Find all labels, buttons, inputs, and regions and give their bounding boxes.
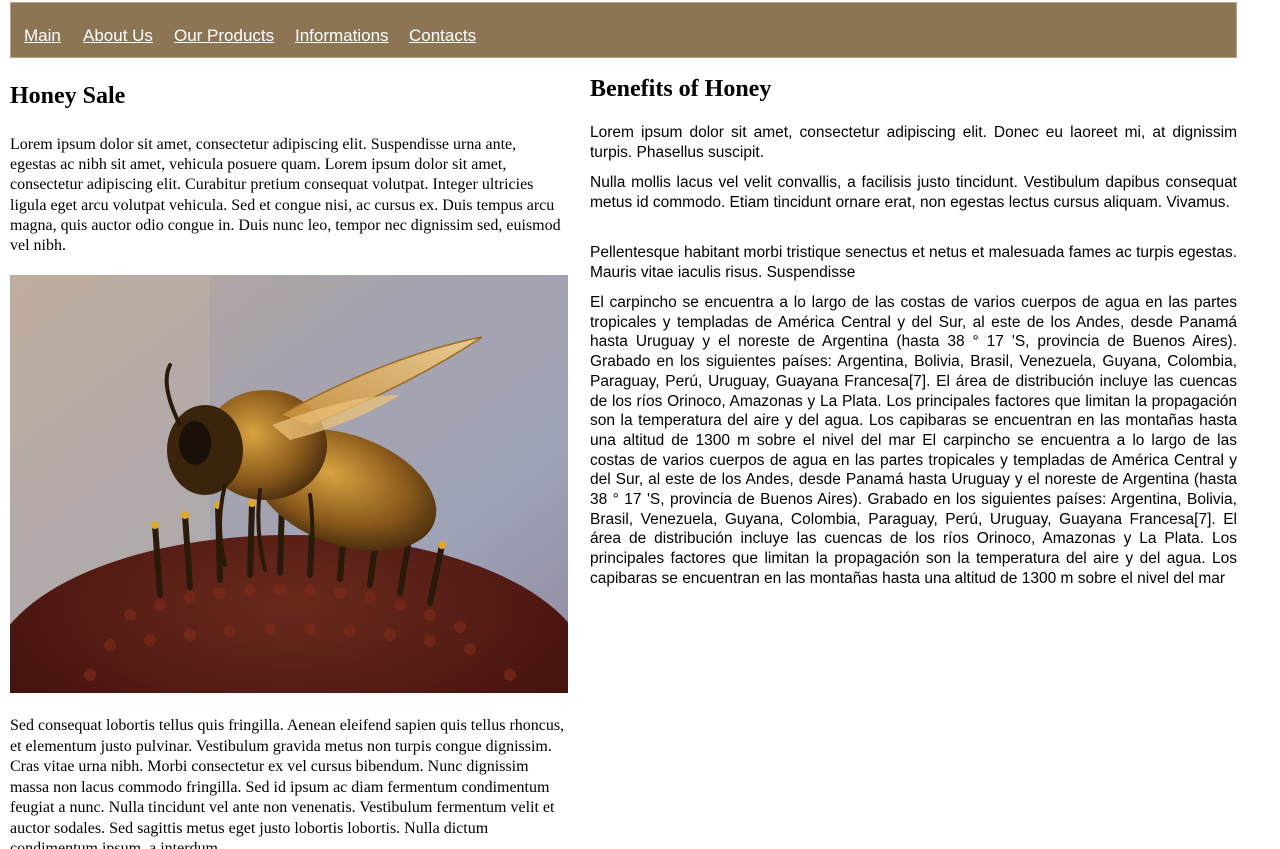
honey-sale-heading: Honey Sale bbox=[10, 83, 126, 109]
main-navigation: Main About Us Our Products Informations … bbox=[10, 2, 1237, 58]
nav-link-about-us[interactable]: About Us bbox=[83, 26, 153, 46]
nav-link-main[interactable]: Main bbox=[24, 26, 61, 46]
honey-sale-outro-text: Sed consequat lobortis tellus quis fring… bbox=[10, 717, 565, 849]
nav-link-our-products[interactable]: Our Products bbox=[174, 26, 274, 46]
benefits-heading: Benefits of Honey bbox=[590, 76, 772, 102]
benefits-paragraph: Lorem ipsum dolor sit amet, consectetur … bbox=[590, 124, 1237, 161]
honey-sale-intro-text: Lorem ipsum dolor sit amet, consectetur … bbox=[10, 136, 561, 255]
nav-link-informations[interactable]: Informations bbox=[295, 26, 389, 46]
benefits-paragraph: Pellentesque habitant morbi tristique se… bbox=[590, 244, 1237, 281]
benefits-paragraph: Nulla mollis lacus vel velit convallis, … bbox=[590, 174, 1237, 211]
nav-link-contacts[interactable]: Contacts bbox=[409, 26, 476, 46]
benefits-paragraph: El carpincho se encuentra a lo largo de … bbox=[590, 294, 1237, 587]
bee-on-flower-image bbox=[10, 275, 568, 693]
